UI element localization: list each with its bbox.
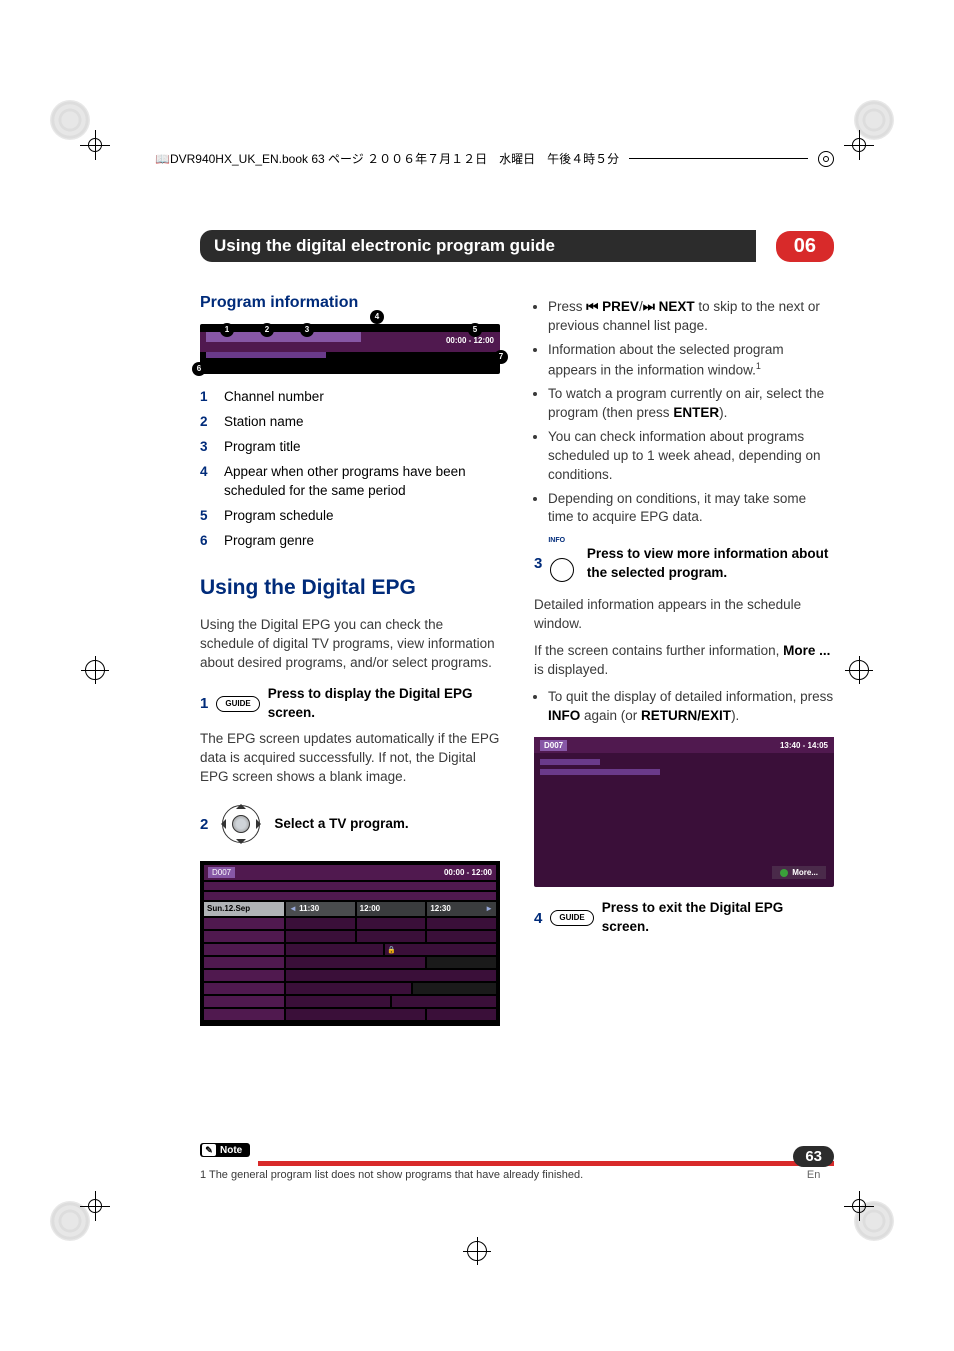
detail-time: 13:40 - 14:05 (780, 740, 828, 751)
running-header: 📖 DVR940HX_UK_EN.book 63 ページ ２００６年７月１２日 … (155, 150, 834, 167)
bullet-week-ahead: You can check information about programs… (548, 428, 834, 485)
callout-7: 7 (494, 350, 508, 364)
book-icon: 📖 (155, 152, 170, 166)
bullet-info-window: Information about the selected program a… (548, 341, 834, 380)
bullet-enter: To watch a program currently on air, sel… (548, 385, 834, 423)
guide-button-icon-2: GUIDE (550, 910, 593, 926)
bullet-prev-next: Press ⏮ PREV/⏭ NEXT to skip to the next … (548, 298, 834, 336)
step-4: 4 GUIDE Press to exit the Digital EPG sc… (534, 899, 834, 937)
info-label: INFO (548, 537, 565, 544)
nav-pad-icon (216, 799, 266, 849)
step-1-body: The EPG screen updates automatically if … (200, 730, 500, 787)
step-3-number: 3 (534, 553, 542, 574)
crop-mark-tl (80, 130, 110, 160)
info-button-icon (550, 558, 574, 582)
chapter-title: Using the digital electronic program gui… (200, 230, 756, 262)
epg-grid-screenshot: D007 00:00 - 12:00 Sun.12.Sep ◄ 11:30 12… (200, 861, 500, 1025)
pencil-icon: ✎ (202, 1144, 216, 1156)
registration-mark-bottom (467, 1241, 487, 1261)
chapter-number: 06 (776, 231, 834, 262)
step-3-body: Detailed information appears in the sche… (534, 596, 834, 634)
callout-legend: 1Channel number 2Station name 3Program t… (200, 388, 500, 550)
language-code: En (793, 1169, 834, 1181)
chapter-bar: Using the digital electronic program gui… (200, 230, 834, 262)
header-text: DVR940HX_UK_EN.book 63 ページ ２００６年７月１２日 水曜… (170, 150, 619, 167)
footnote-area: ✎ Note 1 The general program list does n… (200, 1140, 834, 1181)
bullet-quit-info: To quit the display of detailed informat… (548, 688, 834, 726)
step-1: 1 GUIDE Press to display the Digital EPG… (200, 685, 500, 787)
bullet-acquire-time: Depending on conditions, it may take som… (548, 490, 834, 528)
crop-mark-br (844, 1191, 874, 1221)
guide-button-icon: GUIDE (216, 696, 259, 712)
epg-time-range: 00:00 - 12:00 (444, 867, 492, 878)
program-info-heading: Program information (200, 292, 500, 314)
program-detail-screenshot: D007 13:40 - 14:05 More... (534, 737, 834, 887)
step-2-title: Select a TV program. (274, 815, 408, 834)
crop-mark-bl (80, 1191, 110, 1221)
bullet-list-1: Press ⏮ PREV/⏭ NEXT to skip to the next … (548, 298, 834, 527)
page-body: Using the digital electronic program gui… (200, 230, 834, 1161)
epg-channel: D007 (208, 867, 235, 878)
left-column: Program information 1 2 3 4 5 6 7 00:00 … (200, 292, 500, 1026)
step-2: 2 Select a TV program. (200, 799, 500, 849)
using-digital-epg-heading: Using the Digital EPG (200, 573, 500, 602)
registration-mark-left (85, 660, 105, 680)
page-number-block: 63 En (793, 1146, 834, 1181)
epg-intro-text: Using the Digital EPG you can check the … (200, 616, 500, 673)
detail-channel: D007 (540, 740, 567, 751)
target-icon (818, 151, 834, 167)
right-column: Press ⏮ PREV/⏭ NEXT to skip to the next … (534, 292, 834, 1026)
step-1-number: 1 (200, 693, 208, 714)
callout-4: 4 (370, 310, 384, 324)
footnote-rule (258, 1161, 834, 1166)
program-info-time: 00:00 - 12:00 (446, 335, 494, 346)
epg-date: Sun.12.Sep (204, 902, 284, 915)
note-label: ✎ Note (200, 1143, 250, 1157)
step-3: 3 INFO Press to view more information ab… (534, 539, 834, 725)
page-number: 63 (793, 1146, 834, 1167)
step-4-title: Press to exit the Digital EPG screen. (602, 899, 834, 937)
step-4-number: 4 (534, 908, 542, 929)
callout-6: 6 (192, 362, 206, 376)
step-3-more: If the screen contains further informati… (534, 642, 834, 680)
crop-mark-tr (844, 130, 874, 160)
step-2-number: 2 (200, 814, 208, 835)
footnote-text: 1 The general program list does not show… (200, 1169, 834, 1181)
step-3-title: Press to view more information about the… (587, 545, 834, 583)
more-button: More... (772, 866, 826, 879)
registration-mark-right (849, 660, 869, 680)
step-1-title: Press to display the Digital EPG screen. (268, 685, 500, 723)
program-info-screenshot: 1 2 3 4 5 6 7 00:00 - 12:00 (200, 324, 500, 374)
